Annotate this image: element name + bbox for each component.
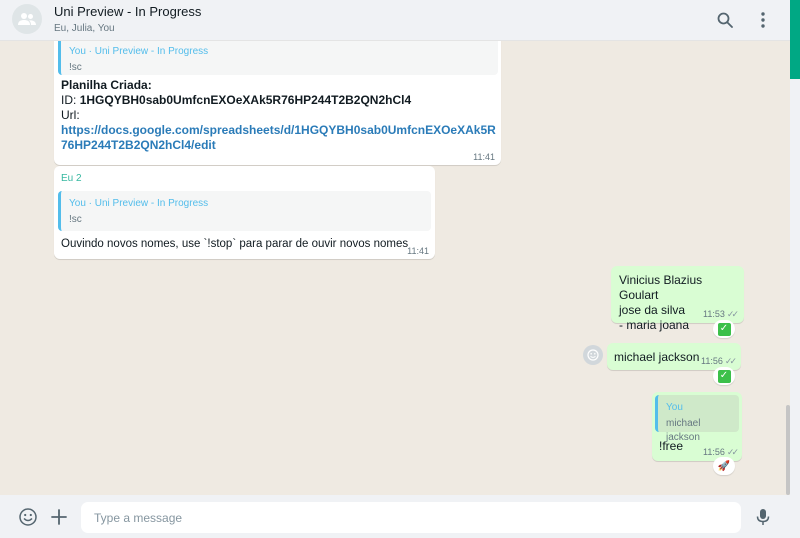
chat-title: Uni Preview - In Progress bbox=[54, 4, 202, 19]
quoted-message[interactable]: You michael jackson bbox=[655, 395, 739, 443]
message-status: 11:53 ✓✓ bbox=[703, 309, 739, 320]
kebab-menu-icon bbox=[761, 12, 765, 28]
message-body: Planilha Criada: ID: 1HGQYBH0sab0UmfcnEX… bbox=[61, 78, 497, 153]
sheet-heading: Planilha Criada: bbox=[61, 78, 152, 92]
attach-button[interactable] bbox=[48, 506, 70, 528]
quote-text: !sc bbox=[69, 214, 82, 225]
message-outgoing[interactable]: michael jackson 11:56 ✓✓ bbox=[607, 343, 741, 370]
emoji-icon bbox=[587, 349, 599, 361]
message-sender[interactable]: Eu 2 bbox=[61, 172, 82, 186]
read-ticks-icon: ✓✓ bbox=[724, 356, 737, 366]
check-mark-reaction: ✓ bbox=[717, 369, 731, 383]
message-incoming[interactable]: You · Uni Preview - In Progress !sc Plan… bbox=[54, 41, 501, 165]
rocket-reaction: 🚀 bbox=[717, 460, 731, 472]
message-time: 11:53 bbox=[703, 309, 725, 319]
read-ticks-icon: ✓✓ bbox=[726, 309, 739, 319]
message-time: 11:56 bbox=[703, 447, 725, 457]
message-outgoing[interactable]: You michael jackson !free 11:56 ✓✓ bbox=[652, 392, 742, 461]
message-time: 11:41 bbox=[473, 152, 495, 162]
plus-icon bbox=[51, 509, 67, 525]
emoji-icon bbox=[19, 508, 37, 526]
message-time: 11:56 bbox=[701, 356, 723, 366]
message-reaction[interactable]: 🚀 bbox=[713, 457, 735, 475]
quoted-message[interactable]: You · Uni Preview - In Progress !sc bbox=[58, 191, 431, 231]
add-reaction-button[interactable] bbox=[583, 345, 603, 365]
message-text: michael jackson bbox=[614, 350, 700, 364]
microphone-icon bbox=[756, 509, 770, 525]
quote-text: !sc bbox=[69, 62, 82, 73]
message-reaction[interactable]: ✓ bbox=[713, 320, 735, 338]
quoted-message[interactable]: You · Uni Preview - In Progress !sc bbox=[58, 41, 498, 75]
menu-button[interactable] bbox=[752, 9, 774, 31]
message-status: 11:56 ✓✓ bbox=[701, 356, 737, 367]
accent-strip bbox=[790, 0, 800, 79]
quote-author: You · Uni Preview - In Progress bbox=[69, 46, 209, 57]
sheet-url-label: Url: bbox=[61, 108, 80, 122]
chat-participants: Eu, Julia, You bbox=[54, 23, 115, 34]
message-input[interactable] bbox=[81, 502, 741, 533]
group-icon bbox=[18, 13, 36, 25]
chat-title-block[interactable]: Uni Preview - In Progress Eu, Julia, You bbox=[54, 4, 201, 36]
chat-scrollbar[interactable] bbox=[786, 405, 790, 495]
voice-message-button[interactable] bbox=[752, 506, 774, 528]
message-text: !free bbox=[659, 439, 684, 453]
name-line: Vinicius Blazius Goulart bbox=[619, 273, 703, 302]
message-reaction[interactable]: ✓ bbox=[713, 367, 735, 385]
chat-header[interactable]: Uni Preview - In Progress Eu, Julia, You bbox=[0, 0, 790, 41]
message-text: Ouvindo novos nomes, use `!stop` para pa… bbox=[61, 238, 409, 250]
check-mark-reaction: ✓ bbox=[717, 322, 731, 336]
message-list[interactable]: You · Uni Preview - In Progress !sc Plan… bbox=[0, 41, 790, 495]
group-avatar[interactable] bbox=[12, 4, 42, 34]
search-icon bbox=[717, 12, 733, 28]
message-incoming[interactable]: Eu 2 You · Uni Preview - In Progress !sc… bbox=[54, 166, 435, 259]
sheet-id-value: 1HGQYBH0sab0UmfcnEXOeXAk5R76HP244T2B2QN2… bbox=[79, 93, 412, 107]
sheet-url-link[interactable]: https://docs.google.com/spreadsheets/d/1… bbox=[61, 123, 497, 153]
right-edge-panel bbox=[790, 0, 800, 538]
sheet-id-label: ID: bbox=[61, 93, 77, 107]
emoji-button[interactable] bbox=[17, 506, 39, 528]
quote-author: You bbox=[666, 402, 683, 413]
composer-bar bbox=[0, 495, 790, 538]
message-outgoing[interactable]: Vinicius Blazius Goulart jose da silva -… bbox=[611, 266, 744, 332]
quote-author: You · Uni Preview - In Progress bbox=[69, 198, 209, 209]
search-button[interactable] bbox=[714, 9, 736, 31]
sheet-id-line: ID: 1HGQYBH0sab0UmfcnEXOeXAk5R76HP244T2B… bbox=[61, 93, 497, 108]
message-time: 11:41 bbox=[407, 246, 429, 256]
